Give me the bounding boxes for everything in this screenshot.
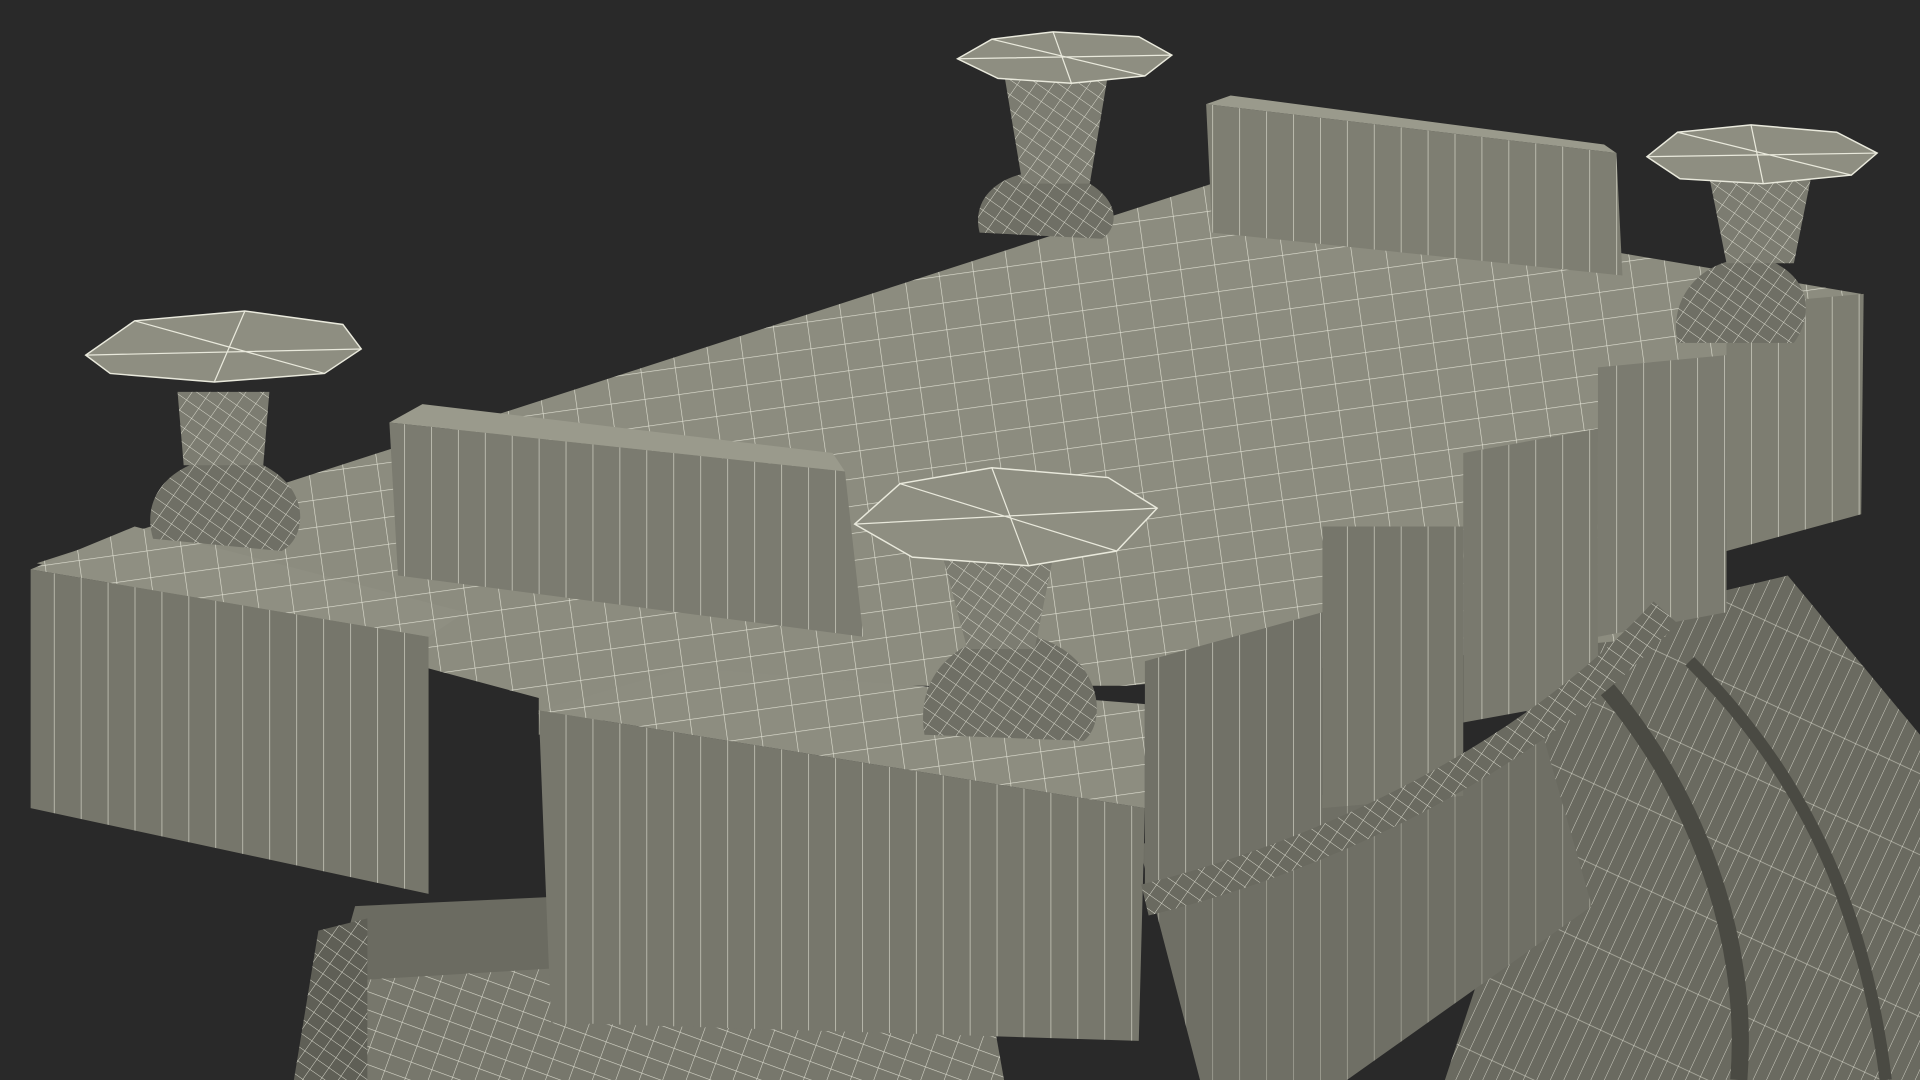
wireframe-scene: [0, 0, 1920, 1080]
render-viewport: [0, 0, 1920, 1080]
